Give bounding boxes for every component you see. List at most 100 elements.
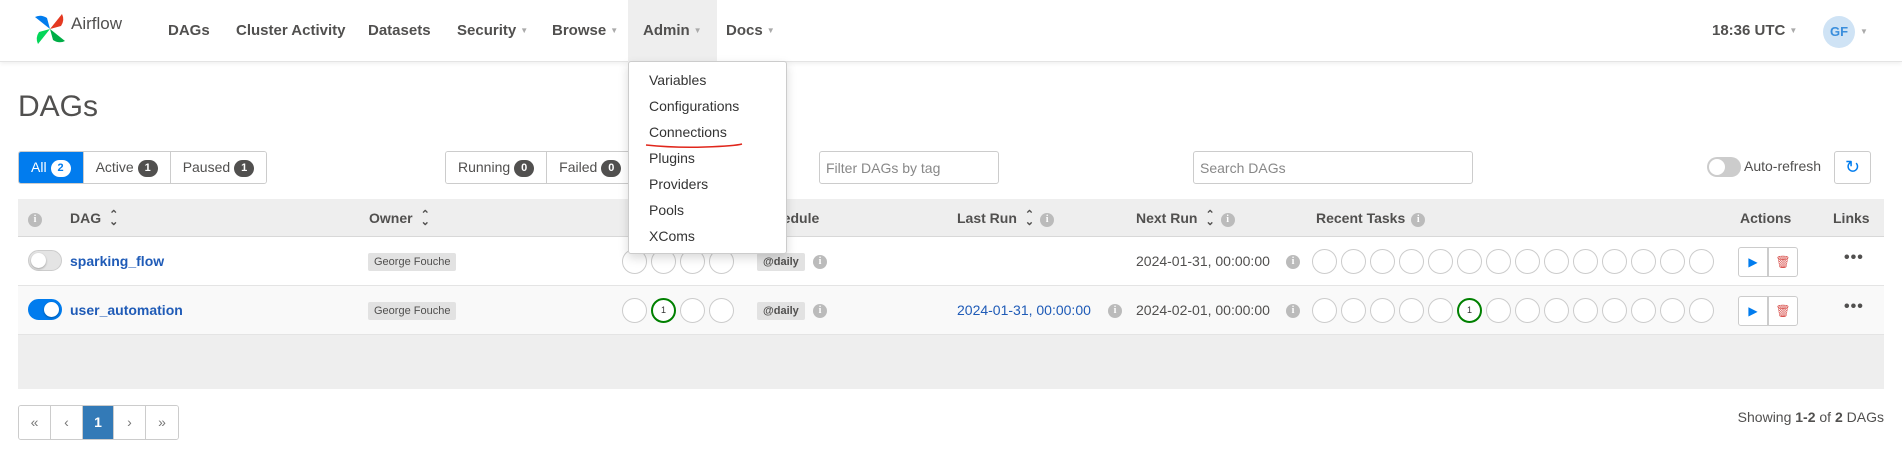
trigger-dag-button[interactable]: ▶ bbox=[1738, 296, 1768, 326]
red-underline-annotation bbox=[645, 143, 743, 148]
more-links-button[interactable]: ••• bbox=[1844, 298, 1864, 316]
page-current-button[interactable]: 1 bbox=[83, 406, 114, 439]
dag-run-status-circle[interactable] bbox=[709, 298, 734, 323]
sort-icon: ⌃ ⌄ bbox=[1205, 209, 1215, 229]
column-header-next-run[interactable]: Next Run ⌃ ⌄ i bbox=[1136, 199, 1235, 237]
filter-paused-label: Paused bbox=[182, 159, 231, 175]
caret-down-icon: ▼ bbox=[1860, 27, 1868, 36]
filter-active-button[interactable]: Active 1 bbox=[83, 152, 171, 183]
task-status-circle[interactable] bbox=[1428, 249, 1453, 274]
task-status-circle[interactable] bbox=[1660, 249, 1685, 274]
menu-item-pools[interactable]: Pools bbox=[649, 202, 684, 218]
filter-running-label: Running bbox=[458, 159, 511, 175]
task-status-circle[interactable] bbox=[1399, 249, 1424, 274]
pause-toggle[interactable] bbox=[28, 299, 62, 320]
nav-security[interactable]: Security ▼ bbox=[457, 0, 528, 62]
task-status-circle[interactable] bbox=[1341, 298, 1366, 323]
dag-run-status-circle[interactable]: 1 bbox=[651, 298, 676, 323]
column-header-last-run[interactable]: Last Run ⌃ ⌄ i bbox=[957, 199, 1055, 237]
filter-running-button[interactable]: Running 0 bbox=[446, 152, 548, 183]
menu-item-providers[interactable]: Providers bbox=[649, 176, 708, 192]
dag-run-status-circle[interactable] bbox=[622, 298, 647, 323]
dag-id-link[interactable]: user_automation bbox=[70, 302, 183, 318]
nav-docs[interactable]: Docs ▼ bbox=[726, 0, 775, 62]
owner-tag[interactable]: George Fouche bbox=[368, 302, 457, 320]
menu-item-connections[interactable]: Connections bbox=[649, 124, 727, 140]
task-status-circle[interactable] bbox=[1573, 298, 1598, 323]
info-icon: i bbox=[1040, 213, 1055, 227]
task-status-circle[interactable] bbox=[1544, 298, 1569, 323]
task-status-circle[interactable] bbox=[1602, 298, 1627, 323]
schedule-tag[interactable]: @daily bbox=[757, 302, 805, 320]
task-status-circle[interactable] bbox=[1428, 298, 1453, 323]
task-status-circle[interactable] bbox=[1370, 298, 1395, 323]
page-next-button[interactable]: › bbox=[114, 406, 146, 439]
last-run-link[interactable]: 2024-01-31, 00:00:00 bbox=[957, 302, 1091, 318]
trigger-dag-button[interactable]: ▶ bbox=[1738, 247, 1768, 277]
next-run-value: 2024-01-31, 00:00:00 bbox=[1136, 253, 1270, 269]
task-status-circle[interactable] bbox=[1631, 249, 1656, 274]
showing-total: 2 bbox=[1834, 409, 1843, 425]
page-first-button[interactable]: « bbox=[19, 406, 51, 439]
column-header-dag[interactable]: DAG ⌃ ⌄ bbox=[70, 199, 118, 237]
column-header-actions: Actions bbox=[1740, 210, 1792, 226]
clock-menu[interactable]: 18:36 UTC ▼ bbox=[1712, 0, 1797, 62]
task-status-circle[interactable] bbox=[1631, 298, 1656, 323]
task-status-circle[interactable] bbox=[1312, 249, 1337, 274]
filter-paused-button[interactable]: Paused 1 bbox=[170, 152, 267, 183]
task-status-circle[interactable] bbox=[1573, 249, 1598, 274]
task-status-circle[interactable] bbox=[1486, 298, 1511, 323]
info-icon: i bbox=[28, 199, 42, 237]
delete-dag-button[interactable]: 🗑 bbox=[1768, 296, 1798, 326]
caret-down-icon: ▼ bbox=[520, 26, 529, 35]
play-icon: ▶ bbox=[1748, 255, 1758, 269]
task-status-circle[interactable] bbox=[1457, 249, 1482, 274]
task-status-circle[interactable] bbox=[1660, 298, 1685, 323]
nav-browse-label: Browse bbox=[552, 22, 607, 39]
filter-all-button[interactable]: All 2 bbox=[19, 152, 84, 183]
auto-refresh-toggle[interactable] bbox=[1707, 157, 1741, 177]
menu-item-variables[interactable]: Variables bbox=[649, 72, 706, 88]
task-status-circle[interactable] bbox=[1689, 249, 1714, 274]
tag-filter-input[interactable] bbox=[819, 151, 999, 184]
task-status-circle[interactable] bbox=[1515, 249, 1540, 274]
status-filter-group: All 2 Active 1 Paused 1 bbox=[18, 151, 268, 184]
dag-run-status-circle[interactable] bbox=[680, 298, 705, 323]
nav-browse[interactable]: Browse ▼ bbox=[552, 0, 618, 62]
task-status-circle[interactable] bbox=[1312, 298, 1337, 323]
nav-datasets[interactable]: Datasets bbox=[368, 0, 431, 62]
task-status-circle[interactable] bbox=[1544, 249, 1569, 274]
refresh-icon: ↻ bbox=[1844, 157, 1861, 177]
filter-active-label: Active bbox=[95, 159, 134, 175]
menu-item-configurations[interactable]: Configurations bbox=[649, 98, 739, 114]
pause-toggle[interactable] bbox=[28, 250, 62, 271]
info-icon: i bbox=[1286, 255, 1300, 269]
task-status-circle[interactable] bbox=[1486, 249, 1511, 274]
task-status-circle[interactable] bbox=[1341, 249, 1366, 274]
more-links-button[interactable]: ••• bbox=[1844, 249, 1864, 267]
info-icon: i bbox=[813, 304, 827, 318]
task-status-circle[interactable]: 1 bbox=[1457, 298, 1482, 323]
dag-id-link[interactable]: sparking_flow bbox=[70, 253, 164, 269]
task-status-circle[interactable] bbox=[1602, 249, 1627, 274]
menu-item-xcoms[interactable]: XComs bbox=[649, 228, 695, 244]
column-header-owner[interactable]: Owner ⌃ ⌄ bbox=[369, 199, 430, 237]
table-row: user_automation George Fouche @daily i 2… bbox=[18, 286, 1884, 335]
avatar[interactable]: GF bbox=[1823, 16, 1855, 48]
nav-admin[interactable]: Admin ▼ bbox=[628, 0, 717, 62]
task-status-circle[interactable] bbox=[1515, 298, 1540, 323]
page-prev-button[interactable]: ‹ bbox=[51, 406, 83, 439]
menu-item-plugins[interactable]: Plugins bbox=[649, 150, 695, 166]
nav-cluster-activity[interactable]: Cluster Activity bbox=[236, 0, 345, 62]
schedule-tag[interactable]: @daily bbox=[757, 253, 805, 271]
brand-link[interactable]: Airflow bbox=[31, 10, 122, 48]
refresh-button[interactable]: ↻ bbox=[1834, 151, 1871, 184]
page-last-button[interactable]: » bbox=[146, 406, 178, 439]
search-dags-input[interactable] bbox=[1193, 151, 1473, 184]
task-status-circle[interactable] bbox=[1689, 298, 1714, 323]
nav-dags[interactable]: DAGs bbox=[168, 0, 210, 62]
task-status-circle[interactable] bbox=[1370, 249, 1395, 274]
task-status-circle[interactable] bbox=[1399, 298, 1424, 323]
delete-dag-button[interactable]: 🗑 bbox=[1768, 247, 1798, 277]
owner-tag[interactable]: George Fouche bbox=[368, 253, 457, 271]
